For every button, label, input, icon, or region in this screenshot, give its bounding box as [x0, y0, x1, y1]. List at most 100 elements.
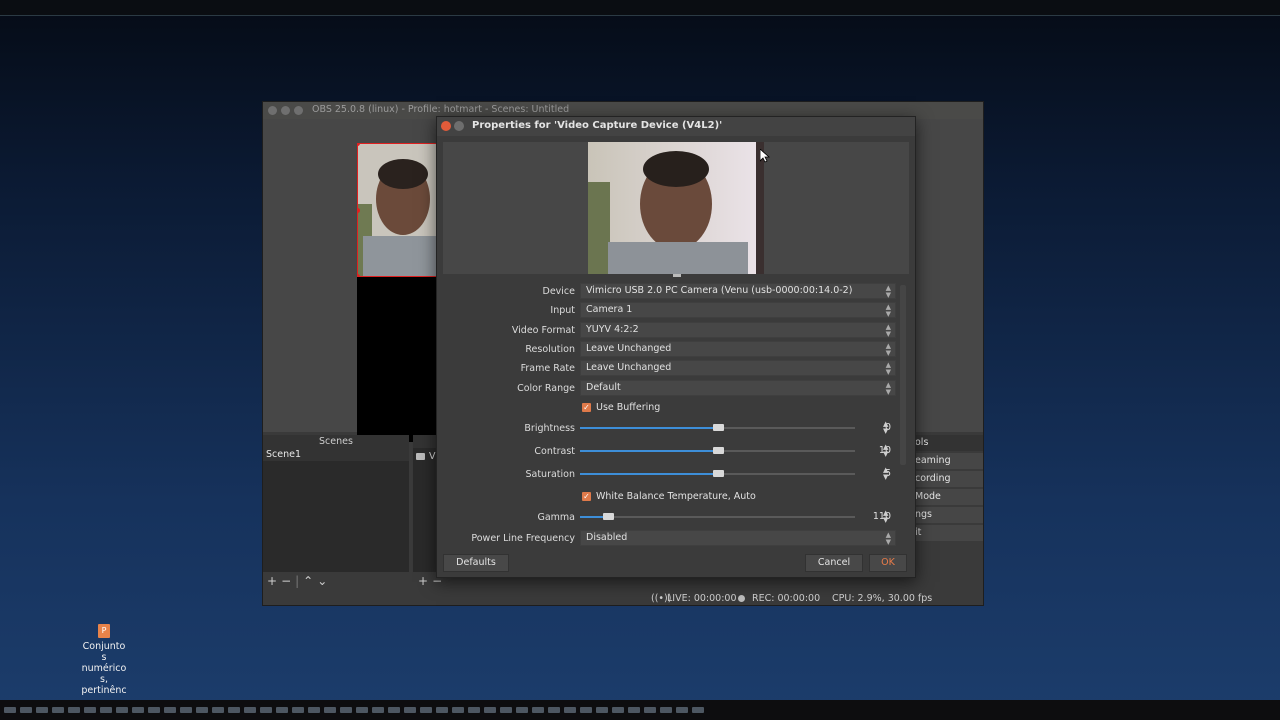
power-line-select[interactable]: Disabled ▲ ▼: [580, 530, 896, 546]
taskbar-app-icon[interactable]: [4, 707, 16, 713]
chevron-updown-icon: ▲ ▼: [885, 303, 891, 318]
taskbar-app-icon[interactable]: [36, 707, 48, 713]
taskbar-app-icon[interactable]: [548, 707, 560, 713]
taskbar-app-icon[interactable]: [612, 707, 624, 713]
scene-item[interactable]: Scene1: [263, 448, 409, 461]
brightness-slider[interactable]: [580, 423, 855, 433]
taskbar-app-icon[interactable]: [292, 707, 304, 713]
slider-knob[interactable]: [712, 447, 724, 454]
minimize-window-icon[interactable]: [281, 106, 290, 115]
taskbar-app-icon[interactable]: [132, 707, 144, 713]
move-up-icon[interactable]: ⌃: [303, 574, 313, 588]
taskbar-app-icon[interactable]: [164, 707, 176, 713]
slider-knob[interactable]: [712, 470, 724, 477]
settings-button[interactable]: ngs: [913, 507, 983, 523]
spin-arrows-icon[interactable]: ▲ ▼: [883, 467, 893, 481]
dialog-title: Properties for 'Video Capture Device (V4…: [472, 120, 723, 131]
spin-arrows-icon[interactable]: ▲ ▼: [883, 510, 893, 524]
chevron-updown-icon: ▲ ▼: [885, 361, 891, 376]
exit-button[interactable]: it: [913, 525, 983, 541]
contrast-slider[interactable]: [580, 446, 855, 456]
scenes-panel-header: Scenes: [263, 435, 409, 448]
scenes-list[interactable]: Scene1: [263, 448, 409, 572]
checkmark-icon: ✓: [582, 492, 591, 501]
taskbar-app-icon[interactable]: [580, 707, 592, 713]
move-down-icon[interactable]: ⌄: [317, 574, 327, 588]
taskbar-app-icon[interactable]: [52, 707, 64, 713]
top-panel: [0, 0, 1280, 16]
slider-knob[interactable]: [602, 513, 614, 520]
color-range-select[interactable]: Default ▲ ▼: [580, 380, 896, 396]
device-value: Vimicro USB 2.0 PC Camera (Venu (usb-000…: [586, 285, 853, 296]
taskbar-app-icon[interactable]: [532, 707, 544, 713]
add-source-icon[interactable]: +: [418, 574, 428, 588]
frame-rate-select[interactable]: Leave Unchanged ▲ ▼: [580, 360, 896, 376]
taskbar-app-icon[interactable]: [260, 707, 272, 713]
gamma-slider[interactable]: [580, 512, 855, 522]
maximize-window-icon[interactable]: [294, 106, 303, 115]
taskbar-app-icon[interactable]: [436, 707, 448, 713]
close-icon[interactable]: [441, 121, 451, 131]
video-format-select[interactable]: YUYV 4:2:2 ▲ ▼: [580, 322, 896, 338]
taskbar-app-icon[interactable]: [404, 707, 416, 713]
contrast-label: Contrast: [534, 446, 575, 457]
taskbar-app-icon[interactable]: [452, 707, 464, 713]
taskbar-app-icon[interactable]: [196, 707, 208, 713]
saturation-slider[interactable]: [580, 469, 855, 479]
ok-button[interactable]: OK: [869, 554, 907, 572]
studio-mode-button[interactable]: Mode: [913, 489, 983, 505]
resolution-value: Leave Unchanged: [586, 343, 672, 354]
taskbar-app-icon[interactable]: [84, 707, 96, 713]
close-window-icon[interactable]: [268, 106, 277, 115]
controls-panel: ols eaming cording Mode ngs it: [913, 435, 983, 543]
taskbar-app-icon[interactable]: [644, 707, 656, 713]
desktop-file-icon[interactable]: P Conjunto s numérico s, pertinênc: [78, 624, 130, 696]
spin-arrows-icon[interactable]: ▲ ▼: [883, 444, 893, 458]
taskbar-app-icon[interactable]: [516, 707, 528, 713]
video-source-preview[interactable]: [357, 143, 437, 277]
taskbar-app-icon[interactable]: [20, 707, 32, 713]
device-select[interactable]: Vimicro USB 2.0 PC Camera (Venu (usb-000…: [580, 283, 896, 299]
slider-knob[interactable]: [712, 424, 724, 431]
taskbar-app-icon[interactable]: [660, 707, 672, 713]
taskbar-app-icon[interactable]: [148, 707, 160, 713]
taskbar-app-icon[interactable]: [212, 707, 224, 713]
taskbar-app-icon[interactable]: [676, 707, 688, 713]
cancel-button[interactable]: Cancel: [805, 554, 863, 572]
taskbar-app-icon[interactable]: [356, 707, 368, 713]
taskbar-app-icon[interactable]: [308, 707, 320, 713]
source-item-label[interactable]: V: [429, 451, 436, 462]
taskbar-app-icon[interactable]: [340, 707, 352, 713]
white-balance-checkbox[interactable]: ✓ White Balance Temperature, Auto: [582, 491, 756, 502]
taskbar-app-icon[interactable]: [692, 707, 704, 713]
taskbar-app-icon[interactable]: [372, 707, 384, 713]
defaults-button[interactable]: Defaults: [443, 554, 509, 572]
taskbar-app-icon[interactable]: [564, 707, 576, 713]
taskbar-app-icon[interactable]: [100, 707, 112, 713]
taskbar-app-icon[interactable]: [244, 707, 256, 713]
resolution-select[interactable]: Leave Unchanged ▲ ▼: [580, 341, 896, 357]
taskbar-app-icon[interactable]: [116, 707, 128, 713]
properties-scrollbar[interactable]: [900, 285, 906, 465]
taskbar-app-icon[interactable]: [228, 707, 240, 713]
taskbar-app-icon[interactable]: [68, 707, 80, 713]
taskbar-app-icon[interactable]: [484, 707, 496, 713]
spin-arrows-icon[interactable]: ▲ ▼: [883, 421, 893, 435]
taskbar-app-icon[interactable]: [500, 707, 512, 713]
minimize-icon[interactable]: [454, 121, 464, 131]
input-select[interactable]: Camera 1 ▲ ▼: [580, 302, 896, 318]
start-streaming-button[interactable]: eaming: [913, 453, 983, 469]
taskbar-app-icon[interactable]: [468, 707, 480, 713]
use-buffering-checkbox[interactable]: ✓ Use Buffering: [582, 402, 660, 413]
taskbar-app-icon[interactable]: [180, 707, 192, 713]
taskbar-app-icon[interactable]: [276, 707, 288, 713]
taskbar-app-icon[interactable]: [420, 707, 432, 713]
start-recording-button[interactable]: cording: [913, 471, 983, 487]
taskbar-app-icon[interactable]: [628, 707, 640, 713]
taskbar-app-icon[interactable]: [388, 707, 400, 713]
remove-scene-icon[interactable]: −: [281, 574, 291, 588]
add-scene-icon[interactable]: +: [267, 574, 277, 588]
taskbar-app-icon[interactable]: [596, 707, 608, 713]
taskbar-app-icon[interactable]: [324, 707, 336, 713]
splitter-handle[interactable]: [673, 274, 681, 277]
